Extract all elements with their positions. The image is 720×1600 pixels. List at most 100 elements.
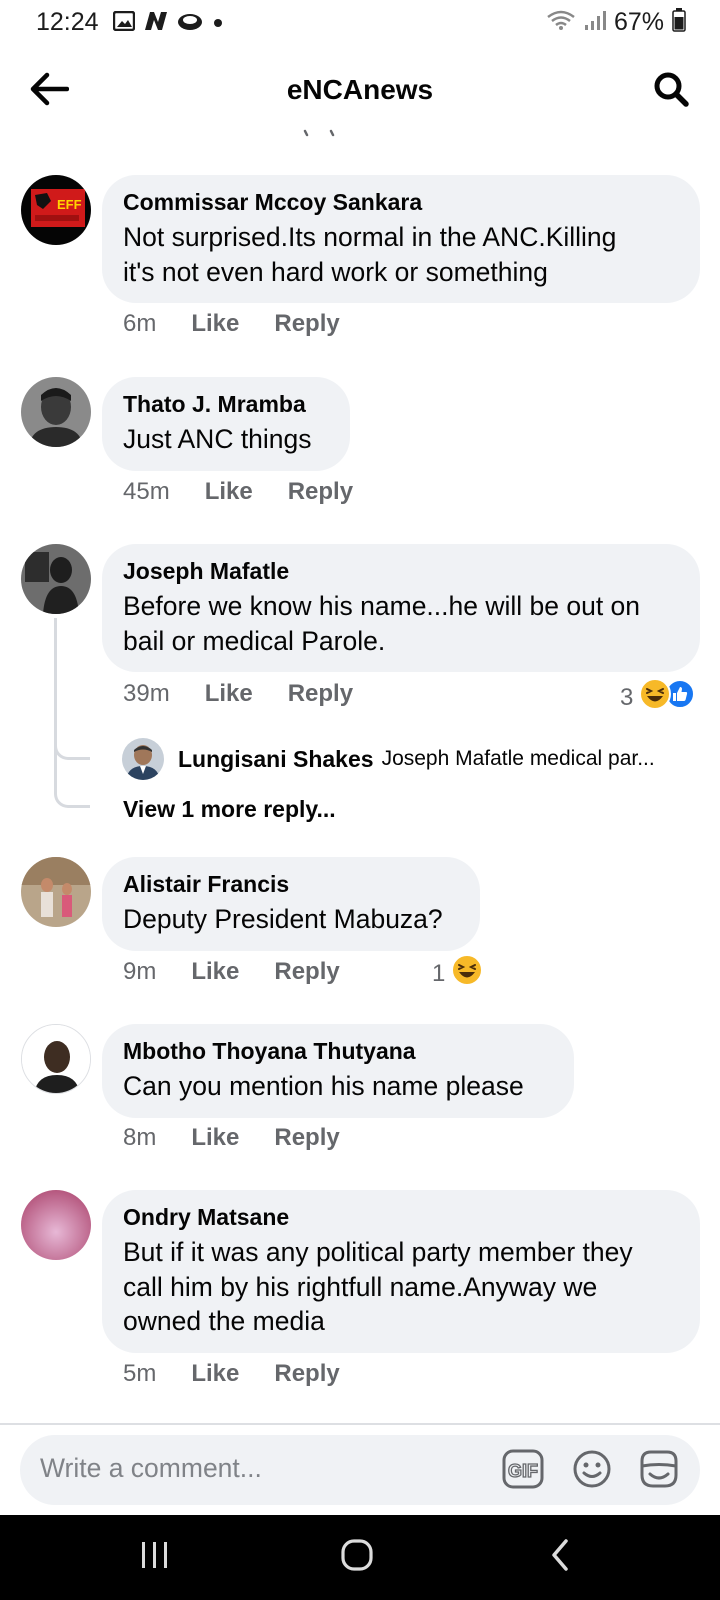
avatar[interactable] <box>21 544 91 614</box>
thread-line <box>54 618 90 760</box>
haha-icon <box>451 954 484 993</box>
dot-icon <box>211 14 225 33</box>
comment-text-line: Just ANC things <box>123 424 312 454</box>
comment-text-line: Not surprised.Its normal in the ANC.Kill… <box>123 222 617 252</box>
comment-author[interactable]: Mbotho Thoyana Thutyana <box>123 1037 554 1065</box>
comment-text-line: Before we know his name...he will be out… <box>123 591 641 621</box>
comment-text-line: owned the media <box>123 1306 325 1336</box>
notification-icons <box>112 10 225 37</box>
search-button[interactable] <box>648 68 694 114</box>
comment-text: Just ANC things <box>123 422 330 457</box>
avatar[interactable]: EFF <box>21 175 91 245</box>
back-nav-button[interactable] <box>530 1535 590 1580</box>
like-button[interactable]: Like <box>191 310 239 338</box>
svg-text:GIF: GIF <box>508 1461 538 1481</box>
comment-actions: 8m Like Reply <box>123 1124 340 1152</box>
search-icon <box>652 70 690 113</box>
comment-bubble[interactable]: Joseph Mafatle Before we know his name..… <box>102 544 700 672</box>
comment-text-line: call him by his rightfull name.Anyway we <box>123 1271 598 1302</box>
like-button[interactable]: Like <box>191 1124 239 1152</box>
comment-text: But if it was any political party member… <box>123 1235 680 1339</box>
comment-composer: GIF <box>20 1435 700 1505</box>
wifi-icon <box>546 9 576 36</box>
comment-time[interactable]: 5m <box>123 1360 156 1388</box>
comment-actions: 9m Like Reply <box>123 958 340 986</box>
avatar[interactable] <box>21 1024 91 1094</box>
reply-text: Joseph Mafatle medical par... <box>381 747 655 770</box>
recent-apps-button[interactable] <box>125 1535 185 1580</box>
reply-author[interactable]: Lungisani Shakes <box>178 746 374 773</box>
reply-button[interactable]: Reply <box>288 680 353 708</box>
battery-icon <box>672 8 686 37</box>
comment-input[interactable] <box>40 1453 460 1484</box>
comment-author[interactable]: Joseph Mafatle <box>123 557 680 585</box>
image-icon <box>112 10 136 36</box>
reaction-summary[interactable]: 1 <box>432 954 484 993</box>
reaction-summary[interactable]: 3 <box>620 678 696 717</box>
comment-text-line: it's not even hard work or something <box>123 256 548 287</box>
comment-actions: 45m Like Reply <box>123 478 353 506</box>
view-more-replies-button[interactable]: View 1 more reply... <box>123 796 336 823</box>
divider <box>0 1423 720 1425</box>
avatar[interactable] <box>21 377 91 447</box>
comment-text-line: But if it was any political party member… <box>123 1237 633 1267</box>
comment-text-line: Deputy President Mabuza? <box>123 904 443 934</box>
comment-text: Can you mention his name please <box>123 1069 554 1104</box>
emoji-button[interactable] <box>571 1450 613 1492</box>
recent-apps-icon <box>138 1540 172 1575</box>
comment-text: Deputy President Mabuza? <box>123 902 460 937</box>
cloud-icon <box>177 11 203 36</box>
signal-icon <box>584 9 606 36</box>
status-bar: 12:24 67% <box>0 0 720 46</box>
system-icons: 67% <box>546 8 686 37</box>
comment-author[interactable]: Commissar Mccoy Sankara <box>123 188 680 216</box>
home-button[interactable] <box>327 1535 387 1580</box>
comment-text-line: Can you mention his name please <box>123 1071 524 1101</box>
comment-actions: 5m Like Reply <box>123 1360 340 1388</box>
reply-button[interactable]: Reply <box>274 1360 339 1388</box>
reaction-count: 1 <box>432 959 446 987</box>
reply-button[interactable]: Reply <box>274 310 339 338</box>
avatar[interactable] <box>21 1190 91 1260</box>
reply-button[interactable]: Reply <box>288 478 353 506</box>
sticker-button[interactable] <box>638 1450 680 1492</box>
comment-time[interactable]: 9m <box>123 958 156 986</box>
like-button[interactable]: Like <box>191 1360 239 1388</box>
svg-text:EFF: EFF <box>57 197 82 212</box>
comment-author[interactable]: Thato J. Mramba <box>123 390 330 418</box>
gif-button[interactable]: GIF <box>502 1449 544 1494</box>
comment-bubble[interactable]: Ondry Matsane But if it was any politica… <box>102 1190 700 1353</box>
haha-icon <box>639 678 672 717</box>
comment-time[interactable]: 39m <box>123 680 170 708</box>
page-header: eNCAnews <box>0 50 720 130</box>
system-nav-bar <box>0 1515 720 1600</box>
reply-preview[interactable]: Lungisani Shakes Joseph Mafatle medical … <box>122 738 655 780</box>
page-title: eNCAnews <box>286 74 434 105</box>
reply-button[interactable]: Reply <box>274 958 339 986</box>
comment-actions: 39m Like Reply <box>123 680 353 708</box>
reply-button[interactable]: Reply <box>274 1124 339 1152</box>
comment-bubble[interactable]: Alistair Francis Deputy President Mabuza… <box>102 857 480 951</box>
avatar[interactable] <box>21 857 91 927</box>
comment-text: Not surprised.Its normal in the ANC.Kill… <box>123 220 680 289</box>
emoji-icon <box>572 1449 612 1494</box>
like-button[interactable]: Like <box>205 478 253 506</box>
clipped-content <box>300 126 340 137</box>
like-button[interactable]: Like <box>191 958 239 986</box>
comment-time[interactable]: 8m <box>123 1124 156 1152</box>
comment-author[interactable]: Ondry Matsane <box>123 1203 680 1231</box>
n-icon <box>143 10 169 37</box>
gif-icon: GIF <box>502 1449 544 1494</box>
comment-time[interactable]: 45m <box>123 478 170 506</box>
comment-bubble[interactable]: Thato J. Mramba Just ANC things <box>102 377 350 471</box>
avatar[interactable] <box>122 738 164 780</box>
comment-bubble[interactable]: Mbotho Thoyana Thutyana Can you mention … <box>102 1024 574 1118</box>
comment-time[interactable]: 6m <box>123 310 156 338</box>
comment-bubble[interactable]: Commissar Mccoy Sankara Not surprised.It… <box>102 175 700 303</box>
comment-author[interactable]: Alistair Francis <box>123 870 460 898</box>
home-icon <box>340 1538 374 1577</box>
reaction-count: 3 <box>620 683 634 711</box>
comment-text: Before we know his name...he will be out… <box>123 589 680 658</box>
sticker-icon <box>638 1449 680 1494</box>
like-button[interactable]: Like <box>205 680 253 708</box>
